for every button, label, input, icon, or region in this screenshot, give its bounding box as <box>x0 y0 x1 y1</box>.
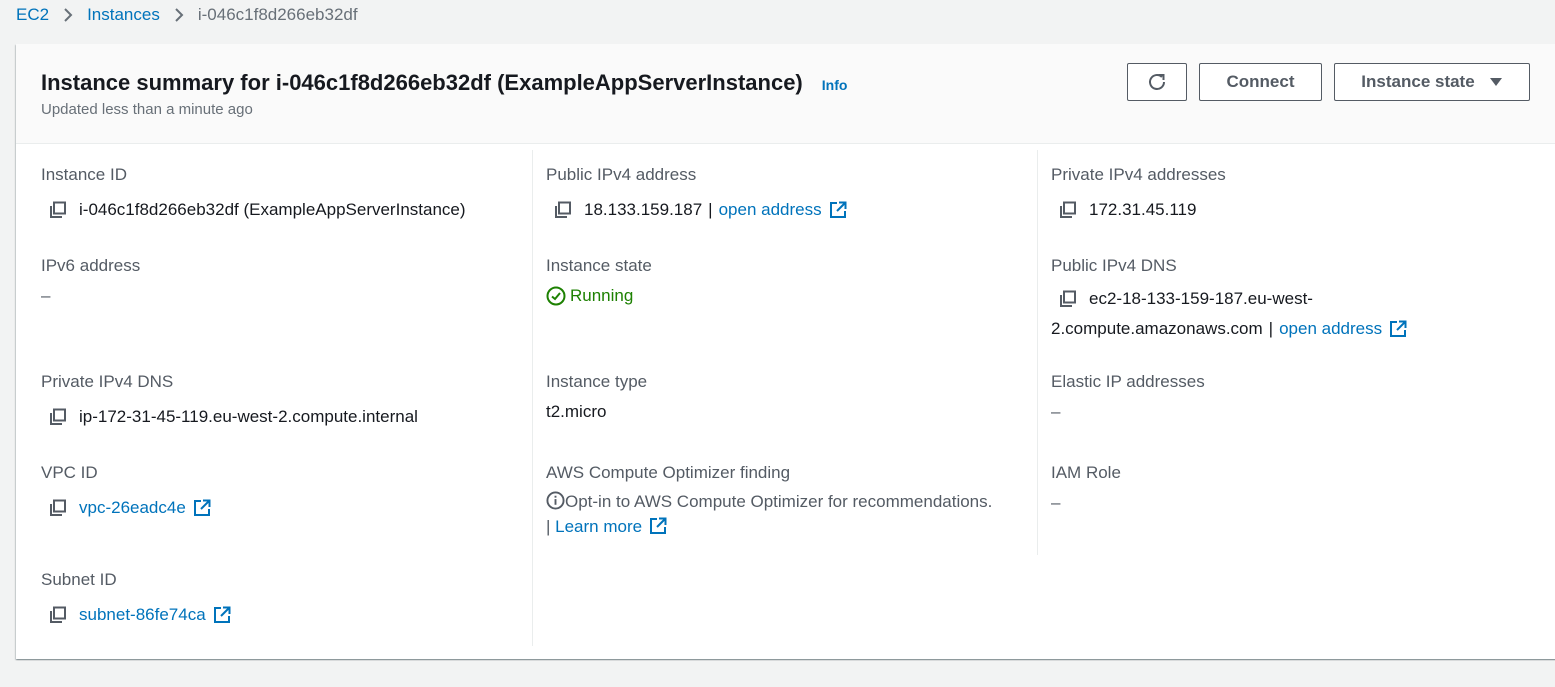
field-instance-type: Instance type t2.micro <box>546 372 647 422</box>
field-label: AWS Compute Optimizer finding <box>546 463 791 482</box>
field-label: Elastic IP addresses <box>1051 372 1205 391</box>
field-subnet-id: Subnet ID subnet-86fe74ca <box>41 570 231 626</box>
page-title: Instance summary for i-046c1f8d266eb32df… <box>41 70 803 95</box>
field-label: Instance ID <box>41 165 127 184</box>
field-value: subnet-86fe74ca <box>41 604 231 626</box>
field-value: Running <box>546 286 652 306</box>
field-label: IAM Role <box>1051 463 1121 482</box>
field-value: 172.31.45.119 <box>1051 199 1226 221</box>
field-ipv6: IPv6 address – <box>41 256 140 306</box>
external-link-icon[interactable] <box>829 201 847 219</box>
external-link-icon[interactable] <box>213 606 231 624</box>
field-instance-id: Instance ID i-046c1f8d266eb32df (Example… <box>41 165 466 221</box>
field-value: vpc-26eadc4e <box>41 497 211 519</box>
field-label: VPC ID <box>41 463 98 482</box>
field-label: Private IPv4 DNS <box>41 372 174 391</box>
iam-role-value: – <box>1051 493 1061 512</box>
field-iam-role: IAM Role – <box>1051 463 1121 513</box>
field-public-ipv4: Public IPv4 address 18.133.159.187 | ope… <box>546 165 847 221</box>
instance-summary-container: Instance summary for i-046c1f8d266eb32df… <box>16 44 1555 659</box>
copy-icon[interactable] <box>47 406 69 428</box>
vpc-id-link[interactable]: vpc-26eadc4e <box>79 498 186 518</box>
copy-icon[interactable] <box>1057 288 1079 310</box>
optimizer-message: Opt-in to AWS Compute Optimizer for reco… <box>546 489 1026 539</box>
learn-more-link[interactable]: Learn more <box>555 517 642 536</box>
private-ipv4-value: 172.31.45.119 <box>1089 200 1197 219</box>
separator: | <box>546 517 556 536</box>
refresh-icon <box>1146 71 1168 93</box>
public-dns-value-line1: ec2-18-133-159-187.eu-west- <box>1089 289 1313 308</box>
separator: | <box>708 200 713 219</box>
caret-down-icon <box>1489 77 1503 87</box>
external-link-icon[interactable] <box>1389 320 1407 338</box>
field-value: – <box>1051 402 1205 422</box>
refresh-button[interactable] <box>1127 63 1187 101</box>
field-label: Private IPv4 addresses <box>1051 165 1226 184</box>
field-elastic-ip: Elastic IP addresses – <box>1051 372 1205 422</box>
ipv6-value: – <box>41 286 51 305</box>
external-link-icon[interactable] <box>193 499 211 517</box>
field-label: Instance state <box>546 256 652 275</box>
field-public-dns: Public IPv4 DNS ec2-18-133-159-187.eu-we… <box>1051 256 1407 344</box>
field-label: Instance type <box>546 372 648 391</box>
breadcrumb-instances-link[interactable]: Instances <box>87 5 160 25</box>
field-label: Public IPv4 address <box>546 165 697 184</box>
elastic-ip-value: – <box>1051 402 1061 421</box>
copy-icon[interactable] <box>47 199 69 221</box>
field-compute-optimizer: AWS Compute Optimizer finding Opt-in to … <box>546 463 1026 539</box>
optimizer-text: Opt-in to AWS Compute Optimizer for reco… <box>565 492 993 511</box>
copy-icon[interactable] <box>47 497 69 519</box>
field-label: IPv6 address <box>41 256 141 275</box>
field-value: t2.micro <box>546 402 647 422</box>
subnet-id-link[interactable]: subnet-86fe74ca <box>79 605 206 625</box>
breadcrumb-ec2-link[interactable]: EC2 <box>16 5 49 25</box>
field-value: ip-172-31-45-119.eu-west-2.compute.inter… <box>41 406 418 428</box>
info-circle-icon <box>546 491 565 510</box>
title-row: Instance summary for i-046c1f8d266eb32df… <box>41 70 847 96</box>
public-ipv4-value: 18.133.159.187 <box>584 200 703 219</box>
field-private-dns: Private IPv4 DNS ip-172-31-45-119.eu-wes… <box>41 372 418 428</box>
container-header: Instance summary for i-046c1f8d266eb32df… <box>16 44 1555 144</box>
copy-icon[interactable] <box>47 604 69 626</box>
field-value: – <box>1051 493 1121 513</box>
public-dns-value-line2: 2.compute.amazonaws.com <box>1051 319 1263 338</box>
instance-id-value: i-046c1f8d266eb32df (ExampleAppServerIns… <box>79 200 466 219</box>
instance-state-label: Instance state <box>1361 72 1475 91</box>
check-circle-icon <box>546 286 566 306</box>
field-value: – <box>41 286 140 306</box>
field-vpc-id: VPC ID vpc-26eadc4e <box>41 463 211 519</box>
chevron-right-icon <box>63 7 73 23</box>
chevron-right-icon <box>174 7 184 23</box>
info-link[interactable]: Info <box>822 77 848 93</box>
copy-icon[interactable] <box>1057 199 1079 221</box>
open-address-link[interactable]: open address <box>1279 314 1382 344</box>
breadcrumb-current: i-046c1f8d266eb32df <box>197 5 358 24</box>
separator: | <box>1268 319 1274 338</box>
field-label: Subnet ID <box>41 570 117 589</box>
field-instance-state: Instance state Running <box>546 256 652 306</box>
field-value: ec2-18-133-159-187.eu-west- 2.compute.am… <box>1051 284 1407 344</box>
open-address-link[interactable]: open address <box>719 200 822 220</box>
external-link-icon[interactable] <box>649 517 667 535</box>
private-dns-value: ip-172-31-45-119.eu-west-2.compute.inter… <box>79 407 418 426</box>
copy-icon[interactable] <box>552 199 574 221</box>
column-divider <box>1037 150 1038 555</box>
instance-type-value: t2.micro <box>546 402 607 421</box>
connect-button[interactable]: Connect <box>1199 63 1322 101</box>
field-value: 18.133.159.187 | open address <box>546 199 847 221</box>
instance-state-value: Running <box>570 286 634 305</box>
updated-subtitle: Updated less than a minute ago <box>41 101 253 118</box>
instance-state-dropdown[interactable]: Instance state <box>1334 63 1530 101</box>
dns-line-2: 2.compute.amazonaws.com | open address <box>1051 314 1407 344</box>
field-label: Public IPv4 DNS <box>1051 256 1177 275</box>
dns-line-1: ec2-18-133-159-187.eu-west- <box>1051 284 1407 314</box>
field-private-ipv4: Private IPv4 addresses 172.31.45.119 <box>1051 165 1226 221</box>
column-divider <box>532 150 533 646</box>
breadcrumb: EC2 Instances i-046c1f8d266eb32df <box>16 4 358 26</box>
field-value: i-046c1f8d266eb32df (ExampleAppServerIns… <box>41 199 466 221</box>
